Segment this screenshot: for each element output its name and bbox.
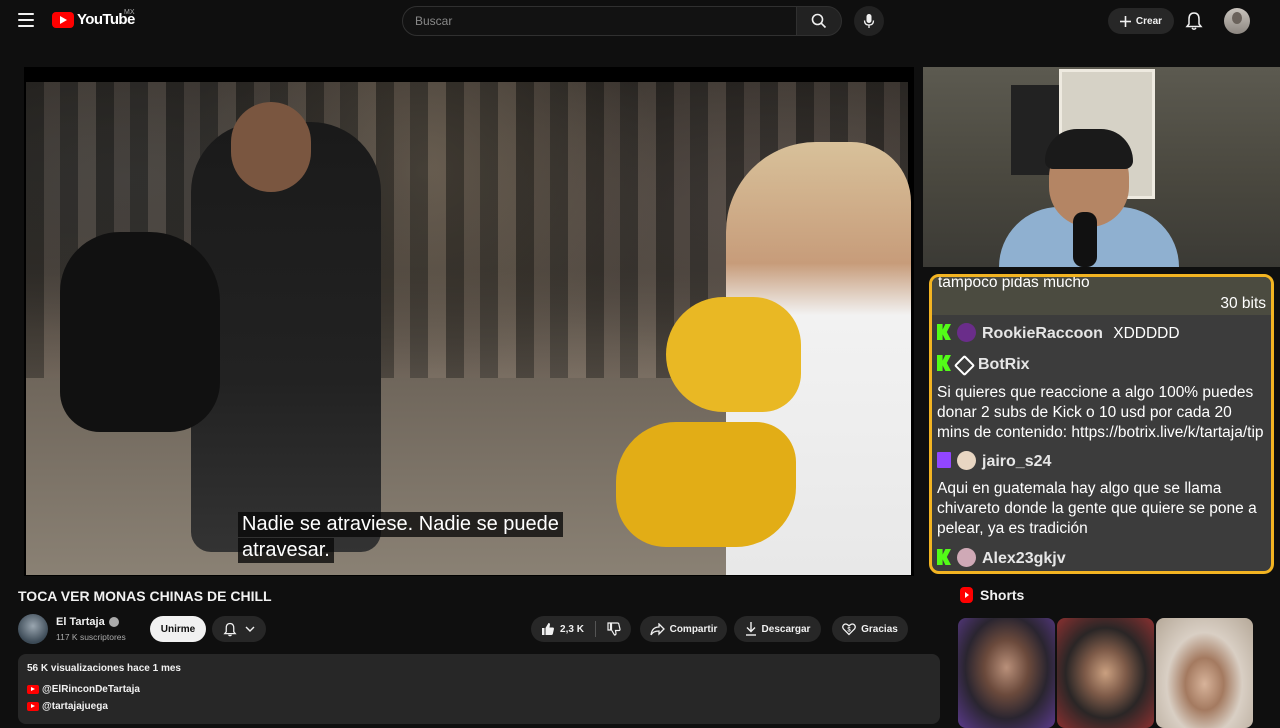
view-stats: 56 K visualizaciones hace 1 mes bbox=[27, 663, 181, 674]
short-thumbnail[interactable] bbox=[1057, 618, 1154, 728]
chat-message: BotRix bbox=[937, 354, 1265, 377]
video-frame bbox=[26, 82, 911, 575]
like-dislike-group: 2,3 K bbox=[531, 616, 631, 642]
botrix-icon bbox=[953, 354, 976, 377]
thumbs-up-icon bbox=[542, 623, 555, 635]
chat-username: RookieRaccoon bbox=[982, 325, 1103, 342]
chat-username: BotRix bbox=[978, 356, 1030, 373]
search-input[interactable] bbox=[402, 6, 797, 36]
stream-chat-overlay: tampoco pidas mucho 30 bits RookieRaccoo… bbox=[929, 274, 1274, 574]
chat-text: Aqui en guatemala hay algo que se llama … bbox=[937, 480, 1257, 537]
verified-icon bbox=[108, 617, 119, 627]
channel-avatar[interactable] bbox=[18, 614, 48, 644]
mention-text: @ElRinconDeTartaja bbox=[42, 684, 140, 695]
logo-country-code: MX bbox=[124, 9, 135, 16]
subscription-bell-button[interactable] bbox=[212, 616, 266, 642]
bits-message-text: tampoco pidas mucho bbox=[938, 274, 1090, 291]
channel-mention-link[interactable]: @ElRinconDeTartaja bbox=[27, 684, 140, 695]
channel-mention-link[interactable]: @tartajajuega bbox=[27, 701, 108, 712]
plus-icon bbox=[1119, 15, 1131, 27]
create-button[interactable]: Crear bbox=[1108, 8, 1174, 34]
subtitle-line-1: Nadie se atraviese. Nadie se puede bbox=[238, 512, 563, 537]
chat-message: jairo_s24 bbox=[937, 451, 1265, 472]
chat-message: Alex23gkjv bbox=[937, 548, 1265, 569]
short-thumbnail[interactable] bbox=[1156, 618, 1253, 728]
twitch-icon bbox=[937, 452, 951, 468]
channel-name: El Tartaja bbox=[56, 616, 105, 628]
kick-icon bbox=[937, 355, 951, 371]
bell-icon bbox=[223, 622, 237, 636]
top-bar: YouTube MX Crear bbox=[0, 0, 1280, 42]
kick-icon bbox=[937, 549, 951, 565]
account-avatar[interactable] bbox=[1224, 8, 1250, 34]
subscriber-count: 117 K suscriptores bbox=[56, 632, 126, 642]
download-label: Descargar bbox=[761, 623, 811, 635]
microphone-icon bbox=[863, 14, 875, 28]
yellow-boxing-glove bbox=[666, 297, 801, 412]
short-thumbnail[interactable] bbox=[958, 618, 1055, 728]
channel-name-link[interactable]: El Tartaja bbox=[56, 616, 119, 628]
referee-head bbox=[231, 102, 311, 192]
share-button[interactable]: Compartir bbox=[640, 616, 727, 642]
mention-text: @tartajajuega bbox=[42, 701, 108, 712]
search-button[interactable] bbox=[796, 6, 842, 36]
shorts-icon bbox=[960, 587, 973, 603]
video-title: TOCA VER MONAS CHINAS DE CHILL bbox=[18, 588, 272, 604]
download-button[interactable]: Descargar bbox=[734, 616, 821, 642]
download-icon bbox=[745, 622, 756, 636]
youtube-logo[interactable]: YouTube bbox=[52, 11, 135, 28]
voice-search-button[interactable] bbox=[854, 6, 884, 36]
hamburger-menu-icon[interactable] bbox=[18, 13, 34, 27]
chevron-down-icon bbox=[245, 626, 255, 632]
notifications-bell-icon[interactable] bbox=[1185, 11, 1203, 31]
youtube-mini-icon bbox=[27, 702, 39, 711]
bits-message: tampoco pidas mucho 30 bits bbox=[932, 277, 1271, 315]
thanks-button[interactable]: $ Gracias bbox=[832, 616, 908, 642]
shorts-heading: Shorts bbox=[960, 587, 1024, 603]
kick-icon bbox=[937, 324, 951, 340]
video-player[interactable]: Nadie se atraviese. Nadie se puede atrav… bbox=[24, 67, 914, 576]
share-label: Compartir bbox=[669, 623, 718, 635]
thanks-label: Gracias bbox=[861, 623, 898, 635]
super-thanks-icon: $ bbox=[842, 623, 857, 636]
streamer-microphone bbox=[1073, 212, 1097, 267]
chat-text: Si quieres que reaccione a algo 100% pue… bbox=[937, 384, 1264, 441]
shorts-title: Shorts bbox=[980, 587, 1025, 603]
chat-username: Alex23gkjv bbox=[982, 550, 1066, 567]
chat-username: jairo_s24 bbox=[982, 453, 1052, 470]
youtube-mini-icon bbox=[27, 685, 39, 694]
join-button[interactable]: Unirme bbox=[150, 616, 206, 642]
subtitle-line-2: atravesar. bbox=[238, 538, 334, 563]
user-avatar bbox=[957, 323, 976, 342]
description-box[interactable]: 56 K visualizaciones hace 1 mes @ElRinco… bbox=[18, 654, 940, 724]
chat-message: RookieRaccoon XDDDDD bbox=[937, 323, 1265, 344]
thumbs-down-icon[interactable] bbox=[607, 622, 621, 636]
user-avatar bbox=[957, 451, 976, 470]
streamer-hair bbox=[1045, 129, 1133, 169]
youtube-play-icon bbox=[52, 11, 74, 28]
bits-count: 30 bits bbox=[1220, 295, 1266, 312]
like-button[interactable]: 2,3 K bbox=[541, 616, 584, 642]
like-count: 2,3 K bbox=[560, 623, 584, 635]
chat-text: XDDDDD bbox=[1113, 325, 1180, 342]
streamer-webcam bbox=[923, 67, 1280, 267]
yellow-boxing-glove bbox=[616, 422, 796, 547]
share-icon bbox=[649, 622, 665, 636]
black-boxing-glove bbox=[60, 232, 220, 432]
user-avatar bbox=[957, 548, 976, 567]
like-divider bbox=[594, 621, 596, 637]
create-label: Crear bbox=[1135, 15, 1163, 27]
search-icon bbox=[811, 13, 827, 29]
